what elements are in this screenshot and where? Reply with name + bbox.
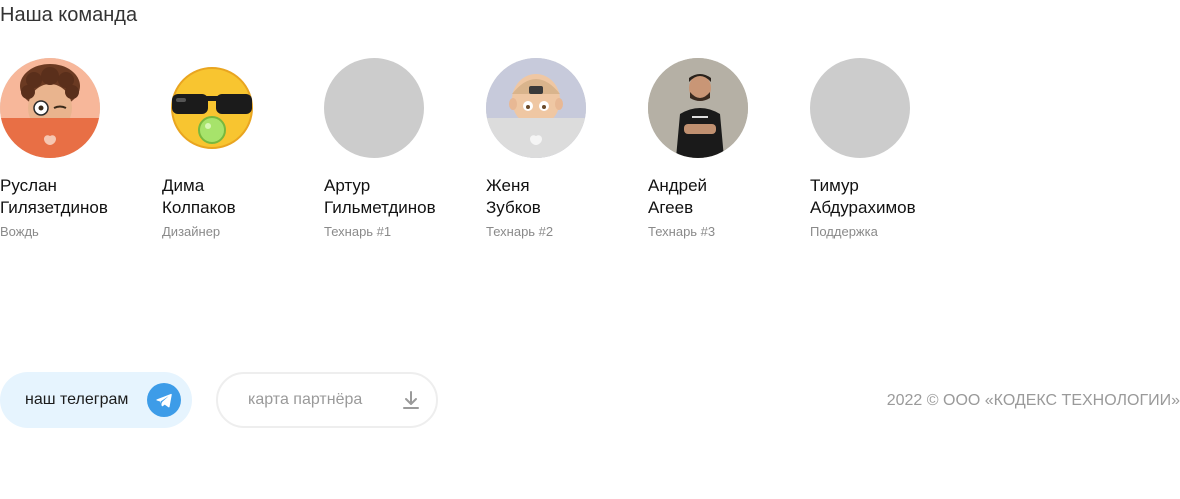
avatar-photo-person [648,58,748,158]
member-first-name: Тимур [810,176,859,195]
member-name: Женя Зубков [486,175,626,219]
section-title: Наша команда [0,4,138,26]
member-name: Тимур Абдурахимов [810,175,950,219]
member-role: Поддержка [810,224,878,239]
member-role: Вождь [0,224,39,239]
team-member-4: Женя Зубков Технарь #2 [486,58,648,241]
avatar-emoji-sunglasses-bubblegum [162,58,262,158]
team-list: Руслан Гилязетдинов Вождь Дима Колпаков … [0,58,972,241]
avatar-placeholder [810,58,910,158]
telegram-button-label: наш телеграм [25,391,129,408]
member-last-name: Колпаков [162,198,236,217]
telegram-icon [147,383,181,417]
telegram-button[interactable]: наш телеграм [0,372,192,428]
member-role: Технарь #2 [486,224,554,239]
team-member-5: Андрей Агеев Технарь #3 [648,58,810,241]
download-icon [401,390,421,410]
team-page: Наша команда Руслан Гилязетдинов Вождь Д… [0,0,1180,499]
member-first-name: Дима [162,176,205,195]
member-last-name: Гилязетдинов [0,198,108,217]
member-name: Дима Колпаков [162,175,302,219]
member-last-name: Зубков [486,198,541,217]
team-member-6: Тимур Абдурахимов Поддержка [810,58,972,241]
partner-card-label: карта партнёра [248,391,363,408]
member-first-name: Андрей [648,176,708,195]
member-role: Технарь #3 [648,224,716,239]
avatar-placeholder [324,58,424,158]
member-first-name: Руслан [0,176,57,195]
avatar-memoji-cap-laptop [486,58,586,158]
copyright-text: 2022 © ООО «КОДЕКС ТЕХНОЛОГИИ» [886,392,1180,409]
partner-card-download-button[interactable]: карта партнёра [216,372,438,428]
member-last-name: Абдурахимов [810,198,916,217]
member-last-name: Гильметдинов [324,198,436,217]
member-first-name: Женя [486,176,530,195]
member-name: Андрей Агеев [648,175,788,219]
member-last-name: Агеев [648,198,694,217]
team-member-2: Дима Колпаков Дизайнер [162,58,324,241]
member-first-name: Артур [324,176,371,195]
member-name: Руслан Гилязетдинов [0,175,140,219]
member-name: Артур Гильметдинов [324,175,464,219]
avatar-memoji-curly-laptop [0,58,100,158]
team-member-1: Руслан Гилязетдинов Вождь [0,58,162,241]
team-member-3: Артур Гильметдинов Технарь #1 [324,58,486,241]
member-role: Технарь #1 [324,224,392,239]
member-role: Дизайнер [162,224,221,239]
